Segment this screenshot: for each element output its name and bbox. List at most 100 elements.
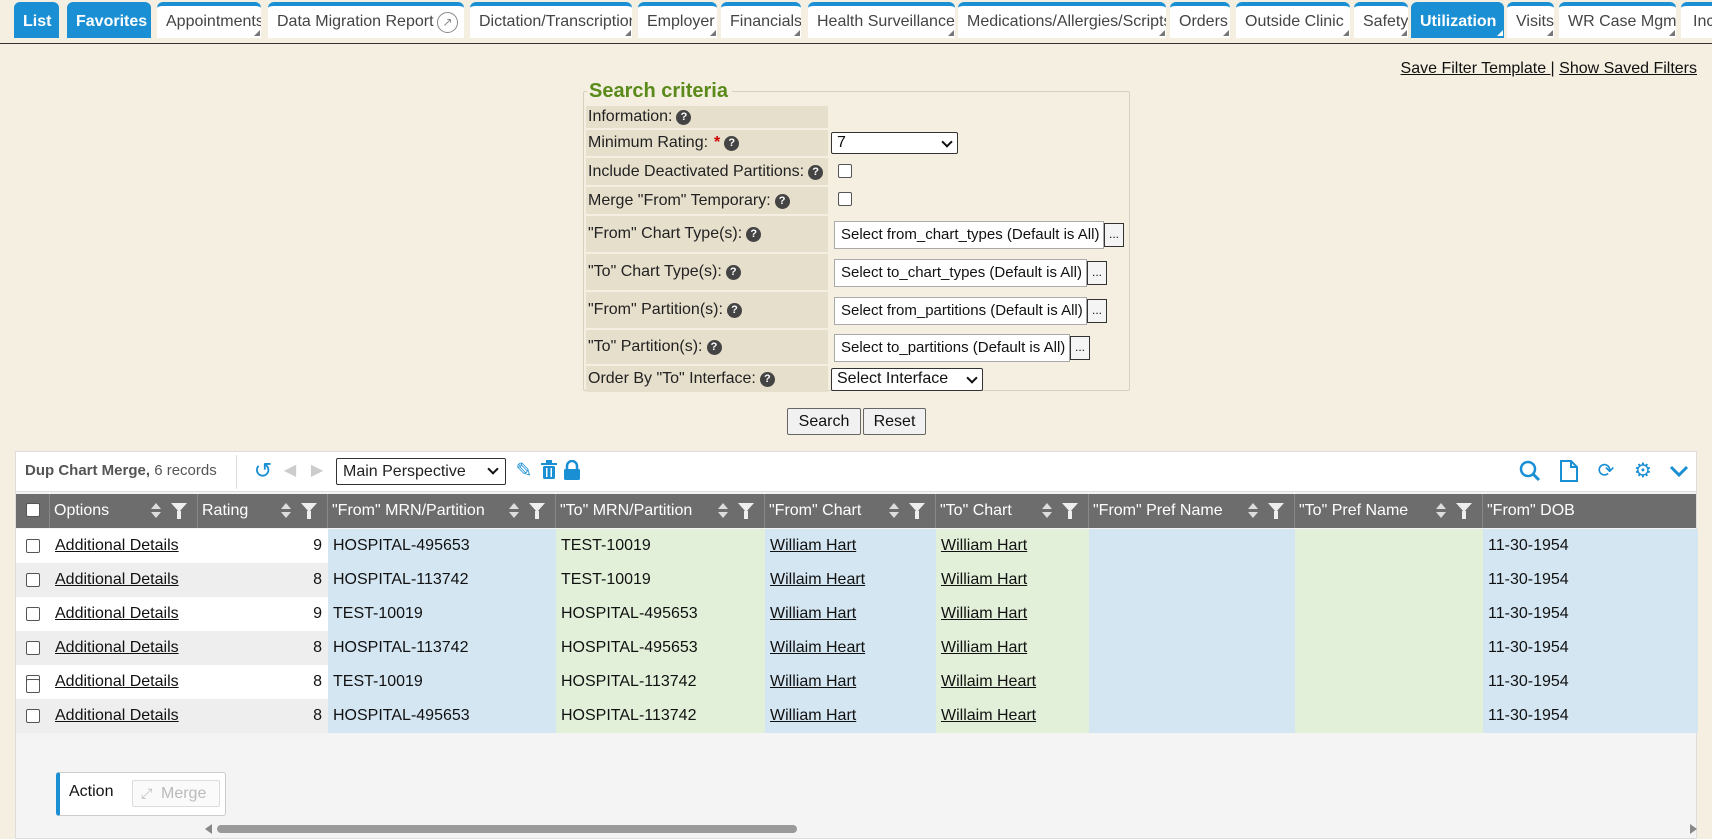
delete-trash-icon[interactable] — [538, 460, 560, 482]
to-partitions-picker[interactable]: Select to_partitions (Default is All)... — [834, 334, 1090, 362]
table-row[interactable]: Additional Details 9 HOSPITAL-495653 TEST-1… — [16, 529, 1698, 563]
link-to-chart[interactable]: Willaim Heart — [936, 699, 1089, 733]
table-row[interactable]: Additional Details 8 TEST-10019 HOSPITAL-11… — [16, 665, 1698, 699]
sort-icon[interactable] — [718, 503, 728, 519]
tab-dictation-transcription[interactable]: Dictation/Transcription — [470, 2, 632, 38]
edit-pencil-icon[interactable]: ✎ — [513, 460, 535, 482]
tab-financials[interactable]: Financials — [721, 2, 801, 38]
tab-wr-case-mgmt[interactable]: WR Case Mgmt — [1559, 2, 1676, 38]
from-chart-types-picker[interactable]: Select from_chart_types (Default is All)… — [834, 221, 1124, 249]
table-row[interactable]: Additional Details 8 HOSPITAL-495653 HOSPIT… — [16, 699, 1698, 733]
help-icon[interactable]: ? — [774, 194, 790, 209]
table-row[interactable]: Additional Details 8 HOSPITAL-113742 HOSPIT… — [16, 631, 1698, 665]
merge-button[interactable]: ⤢ Merge — [132, 780, 220, 807]
minimum-rating-select[interactable]: 7 — [831, 132, 958, 154]
row-checkbox[interactable] — [26, 539, 40, 553]
new-row-checkbox[interactable] — [26, 679, 40, 693]
tab-menu-corner[interactable] — [1401, 30, 1407, 36]
tab-safety[interactable]: Safety — [1354, 2, 1408, 38]
row-checkbox[interactable] — [26, 607, 40, 621]
tab-data-migration-report[interactable]: Data Migration Report ↗ — [268, 2, 464, 38]
column-header-options[interactable]: Options — [50, 494, 198, 528]
gear-icon[interactable]: ⚙ — [1632, 460, 1654, 482]
export-document-icon[interactable] — [1558, 460, 1580, 482]
link-to-chart[interactable]: William Hart — [936, 597, 1089, 631]
search-icon[interactable] — [1519, 460, 1541, 482]
horizontal-scrollbar[interactable] — [205, 822, 1697, 836]
reset-button[interactable]: Reset — [863, 408, 926, 435]
search-button[interactable]: Search — [787, 408, 861, 435]
show-saved-filters-link[interactable]: Show Saved Filters — [1559, 60, 1697, 77]
filter-icon[interactable] — [1062, 503, 1078, 519]
help-icon[interactable]: ? — [725, 265, 741, 280]
include-deactivated-checkbox[interactable] — [838, 164, 852, 178]
filter-icon[interactable] — [909, 503, 925, 519]
tab-favorites[interactable]: Favorites — [67, 2, 151, 38]
refresh-icon[interactable]: ⟳ — [1595, 460, 1617, 482]
help-icon[interactable]: ? — [706, 340, 722, 355]
link-from-chart[interactable]: William Hart — [765, 529, 936, 563]
row-checkbox[interactable] — [26, 573, 40, 587]
sort-icon[interactable] — [1436, 503, 1446, 519]
tab-employer[interactable]: Employer — [638, 2, 717, 38]
column-header-rating[interactable]: Rating — [198, 494, 328, 528]
column-header-from-chart[interactable]: "From" Chart — [765, 494, 936, 528]
link-to-chart[interactable]: William Hart — [936, 631, 1089, 665]
select-all-checkbox[interactable] — [26, 503, 40, 517]
row-checkbox[interactable] — [26, 709, 40, 723]
tab-menu-corner[interactable] — [948, 30, 954, 36]
tab-list[interactable]: List — [14, 2, 59, 38]
filter-icon[interactable] — [1268, 503, 1284, 519]
link-options[interactable]: Additional Details — [50, 597, 198, 631]
column-header-to-mrn[interactable]: "To" MRN/Partition — [556, 494, 765, 528]
tab-orders[interactable]: Orders — [1170, 2, 1230, 38]
tab-menu-corner[interactable] — [794, 30, 800, 36]
link-options[interactable]: Additional Details — [50, 631, 198, 665]
link-options[interactable]: Additional Details — [50, 529, 198, 563]
sort-icon[interactable] — [151, 503, 161, 519]
link-options[interactable]: Additional Details — [50, 563, 198, 597]
help-icon[interactable]: ? — [724, 136, 740, 151]
column-header-to-pref-name[interactable]: "To" Pref Name — [1295, 494, 1483, 528]
undo-icon[interactable]: ↺ — [252, 460, 274, 482]
filter-icon[interactable] — [738, 503, 754, 519]
tab-menu-corner[interactable] — [625, 30, 631, 36]
table-row[interactable]: Additional Details 8 HOSPITAL-113742 TEST-1… — [16, 563, 1698, 597]
tab-menu-corner[interactable] — [1159, 30, 1165, 36]
from-partitions-browse-button[interactable]: ... — [1087, 299, 1107, 323]
filter-icon[interactable] — [529, 503, 545, 519]
external-link-icon[interactable]: ↗ — [437, 12, 458, 33]
tab-menu-corner[interactable] — [254, 30, 260, 36]
link-options[interactable]: Additional Details — [50, 665, 198, 699]
tab-menu-corner[interactable] — [1669, 30, 1675, 36]
row-checkbox[interactable] — [26, 641, 40, 655]
to-chart-types-browse-button[interactable]: ... — [1087, 261, 1107, 285]
chevron-down-icon[interactable] — [1668, 460, 1690, 482]
help-icon[interactable]: ? — [808, 165, 824, 180]
tab-menu-corner[interactable] — [1547, 30, 1553, 36]
link-from-chart[interactable]: Willaim Heart — [765, 563, 936, 597]
filter-icon[interactable] — [171, 503, 187, 519]
link-from-chart[interactable]: William Hart — [765, 699, 936, 733]
sort-icon[interactable] — [281, 503, 291, 519]
tab-utilization[interactable]: Utilization — [1411, 2, 1504, 38]
scroll-left-arrow-icon[interactable] — [205, 824, 212, 834]
link-from-chart[interactable]: Willaim Heart — [765, 631, 936, 665]
column-header-from-dob[interactable]: "From" DOB — [1483, 494, 1698, 528]
from-partitions-picker[interactable]: Select from_partitions (Default is All).… — [834, 297, 1107, 325]
column-header-from-mrn[interactable]: "From" MRN/Partition — [328, 494, 556, 528]
order-by-interface-select[interactable]: Select Interface — [831, 368, 983, 391]
next-icon[interactable]: ▶ — [306, 460, 328, 482]
tab-medications-allergies-scripts[interactable]: Medications/Allergies/Scripts — [958, 2, 1166, 38]
table-row[interactable]: Additional Details 9 TEST-10019 HOSPITAL-49… — [16, 597, 1698, 631]
tab-appointments[interactable]: Appointments — [157, 2, 261, 38]
help-icon[interactable]: ? — [759, 372, 775, 387]
link-options[interactable]: Additional Details — [50, 699, 198, 733]
scrollbar-thumb[interactable] — [217, 825, 797, 833]
perspective-select[interactable]: Main Perspective — [336, 458, 506, 485]
link-to-chart[interactable]: Willaim Heart — [936, 665, 1089, 699]
column-header-from-pref-name[interactable]: "From" Pref Name — [1089, 494, 1295, 528]
to-chart-types-picker[interactable]: Select to_chart_types (Default is All)..… — [834, 259, 1107, 287]
tab-outside-clinic[interactable]: Outside Clinic — [1236, 2, 1350, 38]
tab-visits[interactable]: Visits — [1507, 2, 1554, 38]
